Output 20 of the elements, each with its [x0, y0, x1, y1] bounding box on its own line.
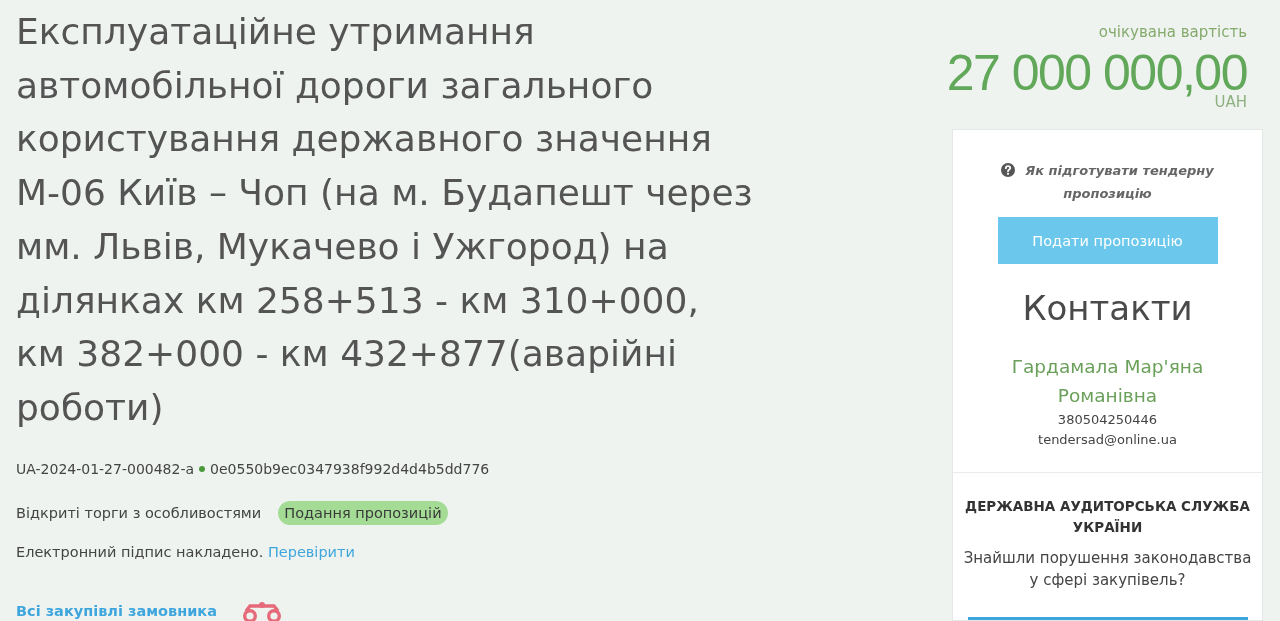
- verify-link[interactable]: Перевірити: [267, 543, 355, 560]
- audit-question: Знайшли порушення законодавства у сфері закупівель?: [962, 548, 1253, 591]
- contact-phone: 380504250446: [1057, 411, 1158, 429]
- dot-separator-icon: [199, 465, 206, 472]
- customer-purchases-link[interactable]: Всі закупівлі замовника: [16, 600, 217, 621]
- currency-label: UAH: [1214, 93, 1247, 111]
- contact-name: Гардамала Мар'яна Романівна: [1010, 355, 1205, 408]
- tender-hash: 0e0550b9ec0347938f992d4d4b5dd776: [210, 459, 490, 479]
- contact-email: tendersad@online.ua: [1038, 431, 1177, 449]
- procedure-type: Відкриті торги з особливостями: [16, 504, 262, 521]
- help-link[interactable]: Як підготувати тендерну пропозицію: [982, 159, 1233, 205]
- expected-value-label: очікувана вартість: [1098, 22, 1247, 42]
- signature-status: Електронний підпис накладено. Перевірити: [16, 542, 355, 562]
- tender-id: UA-2024-01-27-000482-a: [16, 459, 195, 479]
- audit-service-title: ДЕРЖАВНА АУДИТОРСЬКА СЛУЖБА УКРАЇНИ: [964, 497, 1251, 537]
- contacts-heading: Контакти: [1022, 287, 1193, 330]
- tender-title: Експлуатаційне утримання автомобільної дороги загального користування державного значення М-06 Київ – Чоп (на м. Будапешт через мм. Львів, Мукачево і Ужгород) на ділянках км 258+513 - км 310+000, км 382+000 - км 432+877(аварійні роботи): [16, 10, 754, 430]
- status-badge: Подання пропозицій: [278, 500, 448, 525]
- help-icon: [1001, 163, 1016, 177]
- submit-proposal-button[interactable]: Подати пропозицію: [997, 217, 1218, 264]
